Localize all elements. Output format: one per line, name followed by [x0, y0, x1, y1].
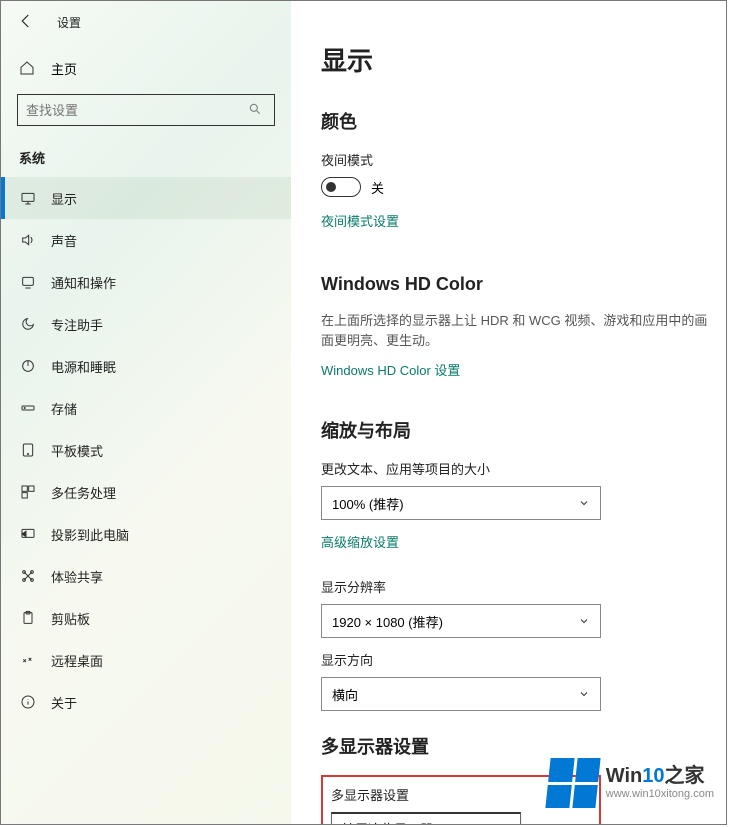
- focus-icon: [19, 315, 37, 333]
- sidebar: 设置 主页 系统 显示声音通知和操作专注助手电源和睡眠存储平板模式多任务处理投影…: [1, 1, 291, 824]
- windows-logo-icon: [545, 758, 600, 808]
- multidisplay-dropdown[interactable]: 扩展这些显示器: [331, 812, 521, 824]
- watermark-title: Win10之家: [606, 764, 714, 788]
- sidebar-item-label: 通知和操作: [51, 273, 116, 292]
- sidebar-home[interactable]: 主页: [1, 49, 291, 88]
- sidebar-item-about[interactable]: 关于: [1, 681, 291, 723]
- sidebar-item-label: 投影到此电脑: [51, 525, 129, 544]
- resolution-value: 1920 × 1080 (推荐): [332, 612, 443, 631]
- storage-icon: [19, 399, 37, 417]
- sidebar-item-label: 存储: [51, 399, 77, 418]
- resolution-label: 显示分辨率: [321, 577, 714, 596]
- sidebar-home-label: 主页: [51, 59, 77, 78]
- sidebar-item-storage[interactable]: 存储: [1, 387, 291, 429]
- projecting-icon: [19, 525, 37, 543]
- sidebar-item-projecting[interactable]: 投影到此电脑: [1, 513, 291, 555]
- remote-icon: [19, 651, 37, 669]
- search-box[interactable]: [17, 94, 275, 126]
- search-icon: [248, 102, 264, 118]
- notifications-icon: [19, 273, 37, 291]
- display-icon: [19, 189, 37, 207]
- night-mode-settings-link[interactable]: 夜间模式设置: [321, 211, 399, 230]
- window-title: 设置: [57, 14, 81, 31]
- hdcolor-settings-link[interactable]: Windows HD Color 设置: [321, 360, 460, 379]
- scale-value: 100% (推荐): [332, 494, 404, 513]
- chevron-down-icon: [578, 688, 590, 700]
- sidebar-item-clipboard[interactable]: 剪贴板: [1, 597, 291, 639]
- top-bar: 设置: [1, 1, 291, 43]
- sidebar-item-label: 体验共享: [51, 567, 103, 586]
- watermark-url: www.win10xitong.com: [606, 788, 714, 801]
- sidebar-item-remote[interactable]: 远程桌面: [1, 639, 291, 681]
- sidebar-item-display[interactable]: 显示: [1, 177, 291, 219]
- sidebar-item-label: 剪贴板: [51, 609, 90, 628]
- sidebar-item-power[interactable]: 电源和睡眠: [1, 345, 291, 387]
- sidebar-item-label: 声音: [51, 231, 77, 250]
- scale-label: 更改文本、应用等项目的大小: [321, 459, 714, 478]
- category-label: 系统: [1, 126, 291, 177]
- home-icon: [19, 60, 37, 78]
- tablet-icon: [19, 441, 37, 459]
- main-content: 显示 颜色 夜间模式 关 夜间模式设置 Windows HD Color 在上面…: [291, 1, 726, 824]
- sidebar-item-sound[interactable]: 声音: [1, 219, 291, 261]
- back-arrow-icon[interactable]: [17, 12, 37, 32]
- watermark: Win10之家 www.win10xitong.com: [548, 758, 714, 808]
- sidebar-item-label: 远程桌面: [51, 651, 103, 670]
- scale-section-title: 缩放与布局: [321, 417, 714, 443]
- page-title: 显示: [321, 41, 714, 78]
- orientation-dropdown[interactable]: 横向: [321, 677, 601, 711]
- sound-icon: [19, 231, 37, 249]
- sidebar-item-label: 关于: [51, 693, 77, 712]
- chevron-down-icon: [578, 497, 590, 509]
- multidisplay-value: 扩展这些显示器: [342, 819, 433, 824]
- scale-dropdown[interactable]: 100% (推荐): [321, 486, 601, 520]
- power-icon: [19, 357, 37, 375]
- sidebar-item-label: 电源和睡眠: [51, 357, 116, 376]
- orientation-label: 显示方向: [321, 650, 714, 669]
- sidebar-item-label: 多任务处理: [51, 483, 116, 502]
- sidebar-item-label: 平板模式: [51, 441, 103, 460]
- shared-icon: [19, 567, 37, 585]
- resolution-dropdown[interactable]: 1920 × 1080 (推荐): [321, 604, 601, 638]
- sidebar-item-label: 专注助手: [51, 315, 103, 334]
- search-input[interactable]: [18, 103, 248, 118]
- sidebar-item-multitask[interactable]: 多任务处理: [1, 471, 291, 513]
- toggle-state-label: 关: [371, 178, 384, 197]
- clipboard-icon: [19, 609, 37, 627]
- hdcolor-description: 在上面所选择的显示器上让 HDR 和 WCG 视频、游戏和应用中的画面更明亮、更…: [321, 311, 714, 350]
- sidebar-item-label: 显示: [51, 189, 77, 208]
- sidebar-item-focus[interactable]: 专注助手: [1, 303, 291, 345]
- sidebar-item-notifications[interactable]: 通知和操作: [1, 261, 291, 303]
- night-mode-toggle[interactable]: [321, 177, 361, 197]
- sidebar-item-tablet[interactable]: 平板模式: [1, 429, 291, 471]
- hdcolor-title: Windows HD Color: [321, 274, 714, 295]
- multidisplay-section-title: 多显示器设置: [321, 733, 714, 759]
- orientation-value: 横向: [332, 685, 358, 704]
- sidebar-item-shared[interactable]: 体验共享: [1, 555, 291, 597]
- about-icon: [19, 693, 37, 711]
- chevron-down-icon: [578, 615, 590, 627]
- advanced-scale-link[interactable]: 高级缩放设置: [321, 532, 399, 551]
- night-mode-label: 夜间模式: [321, 150, 714, 169]
- color-section-title: 颜色: [321, 108, 714, 134]
- multitask-icon: [19, 483, 37, 501]
- nav-list: 显示声音通知和操作专注助手电源和睡眠存储平板模式多任务处理投影到此电脑体验共享剪…: [1, 177, 291, 723]
